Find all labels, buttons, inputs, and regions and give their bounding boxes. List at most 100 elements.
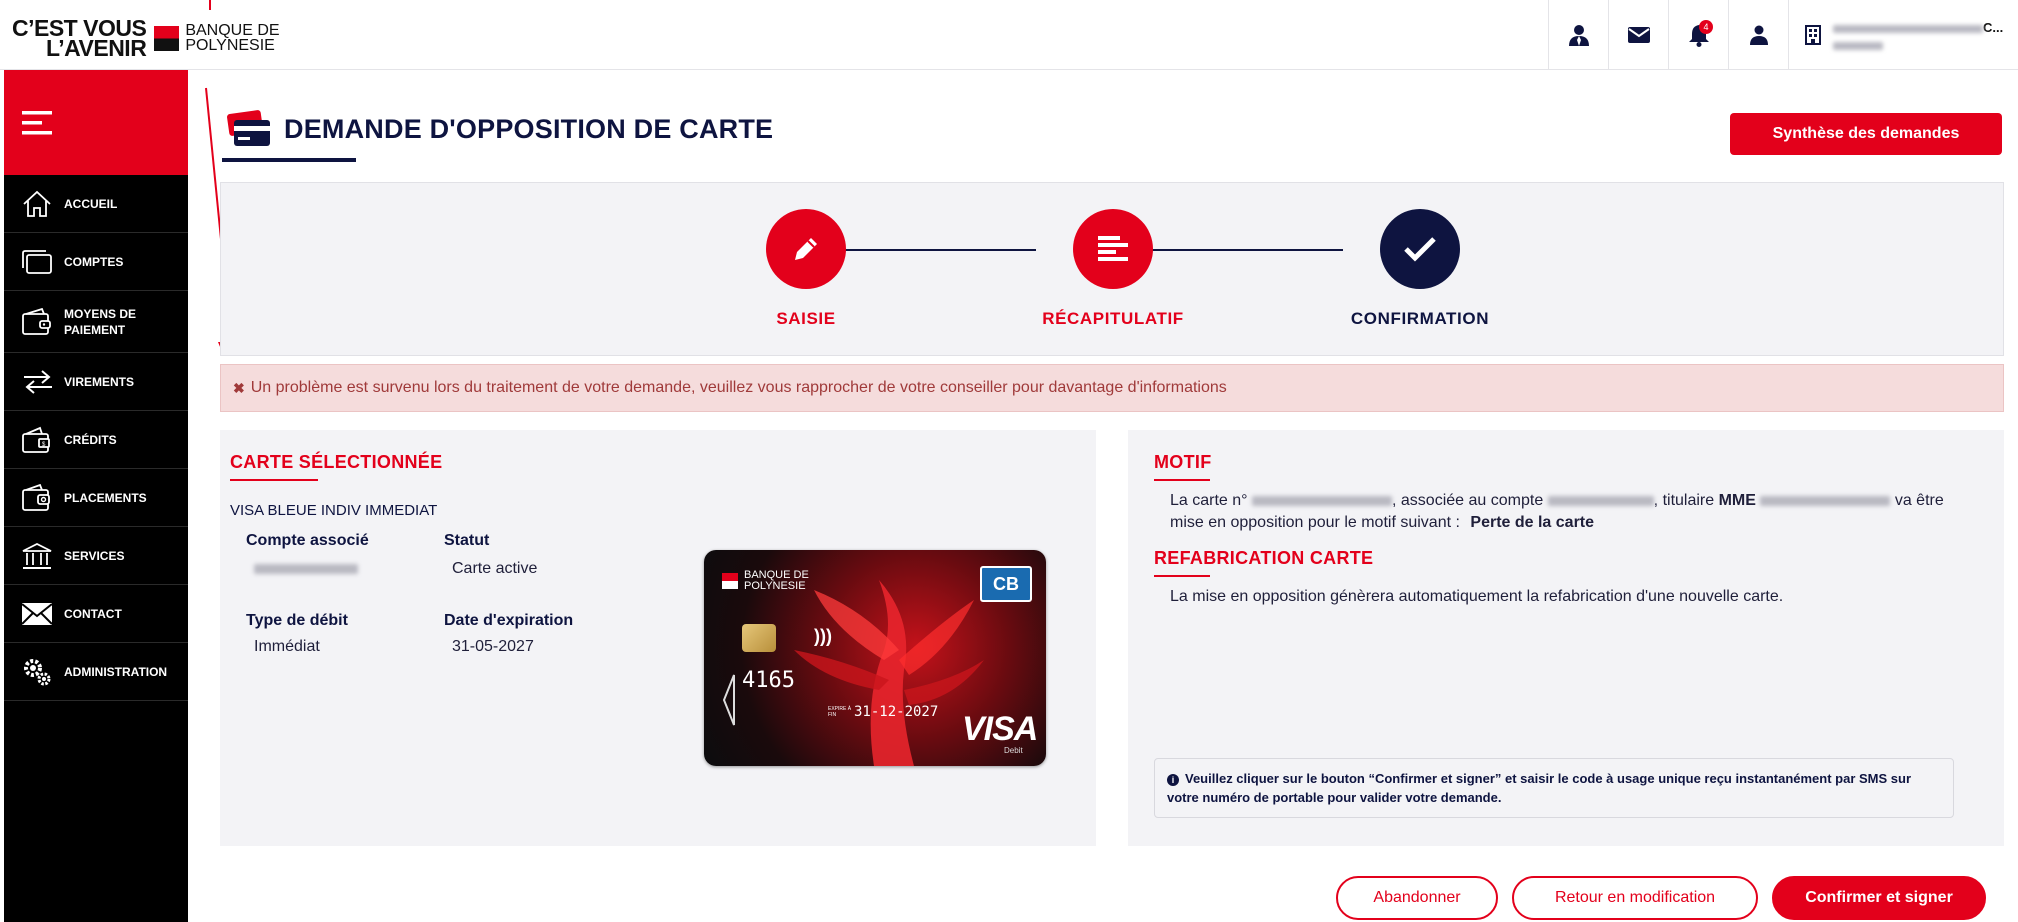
section-underline xyxy=(1154,575,1210,577)
step-label: SAISIE xyxy=(776,309,836,328)
motif-panel: MOTIF La carte n° , associée au compte ,… xyxy=(1128,430,2004,846)
type-debit-label: Type de débit xyxy=(246,612,348,629)
info-box-text: Veuillez cliquer sur le bouton “Confirme… xyxy=(1167,771,1912,805)
motif-text-part: , titulaire xyxy=(1653,492,1715,509)
confirmer-signer-button[interactable]: Confirmer et signer xyxy=(1772,876,1986,920)
credit-icon: $ xyxy=(22,425,56,455)
advisor-button[interactable] xyxy=(1548,0,1608,70)
retour-modification-button[interactable]: Retour en modification xyxy=(1512,876,1758,920)
user-account-selector[interactable]: C... xyxy=(1788,0,2018,70)
abandon-button[interactable]: Abandonner xyxy=(1336,876,1498,920)
sidebar-item-label: COMPTES xyxy=(64,254,124,269)
bank-logo[interactable]: C’EST VOUS L’AVENIR BANQUE DE POLYNESIE xyxy=(12,17,280,61)
envelope-icon xyxy=(1627,27,1650,43)
sidebar-item-virements[interactable]: VIREMENTS xyxy=(4,353,188,411)
titulaire-name-masked xyxy=(1760,495,1891,506)
card-expiry: 31-12-2027 xyxy=(854,704,939,720)
sidebar-item-credits[interactable]: $ CRÉDITS xyxy=(4,411,188,469)
step-circle xyxy=(766,209,846,289)
page-header: DEMANDE D'OPPOSITION DE CARTE xyxy=(226,110,773,148)
transfer-icon xyxy=(22,367,56,397)
sidebar-item-label: ADMINISTRATION xyxy=(64,664,168,679)
step-recapitulatif: RÉCAPITULATIF xyxy=(1013,209,1213,329)
statut-label: Statut xyxy=(444,532,490,549)
step-label: CONFIRMATION xyxy=(1350,309,1490,328)
card-bank-logo: BANQUE DE POLYNESIE xyxy=(722,570,809,592)
sidebar-item-comptes[interactable]: COMPTES xyxy=(4,233,188,291)
sidebar-item-contact[interactable]: CONTACT xyxy=(4,585,188,643)
sidebar-item-label: MOYENS DE PAIEMENT xyxy=(64,306,137,337)
hamburger-icon xyxy=(22,110,52,134)
sidebar-item-administration[interactable]: ADMINISTRATION xyxy=(4,643,188,701)
card-bank-line-2: POLYNESIE xyxy=(744,580,806,592)
motif-text-part: La carte n° xyxy=(1170,492,1248,509)
card-product-name: VISA BLEUE INDIV IMMEDIAT xyxy=(230,502,438,519)
alert-text: Un problème est survenu lors du traiteme… xyxy=(250,379,1227,396)
step-circle xyxy=(1073,209,1153,289)
motif-section-header: MOTIF xyxy=(1154,452,1212,481)
card-number-masked xyxy=(1252,495,1393,506)
visa-debit-label: Debit xyxy=(1004,746,1023,755)
type-debit-value: Immédiat xyxy=(254,638,320,655)
card-expiry-prefix: EXPIRE À FIN xyxy=(828,706,852,718)
sidebar-item-label: PLACEMENTS xyxy=(64,490,147,505)
savings-icon xyxy=(22,483,56,513)
sidebar-item-moyens-de-paiement[interactable]: MOYENS DE PAIEMENT xyxy=(4,291,188,353)
motif-text: La carte n° , associée au compte , titul… xyxy=(1170,490,1970,534)
user-name-suffix: C... xyxy=(1983,20,2004,35)
sidebar-item-services[interactable]: SERVICES xyxy=(4,527,188,585)
slogan: C’EST VOUS L’AVENIR xyxy=(12,17,147,61)
step-circle xyxy=(1380,209,1460,289)
account-number-masked xyxy=(1547,495,1654,506)
list-icon xyxy=(1098,236,1128,261)
pencil-icon xyxy=(795,238,817,260)
cb-logo-text: CB xyxy=(993,573,1019,594)
sidebar-item-label: CRÉDITS xyxy=(64,432,117,447)
notifications-button[interactable]: 4 xyxy=(1668,0,1728,70)
chip-icon xyxy=(742,624,776,652)
sidebar-item-label: ACCUEIL xyxy=(64,196,118,211)
card-number: 4165 xyxy=(742,668,795,693)
check-icon xyxy=(1404,237,1436,262)
user-icon xyxy=(1749,25,1768,45)
visa-logo: VISA xyxy=(962,710,1038,748)
step-confirmation: CONFIRMATION xyxy=(1320,209,1520,329)
card-opposition-icon xyxy=(227,110,270,146)
titulaire-prefix: MME xyxy=(1718,492,1756,509)
profile-button[interactable] xyxy=(1728,0,1788,70)
slogan-line-2: L’AVENIR xyxy=(45,35,147,61)
selected-card-panel: CARTE SÉLECTIONNÉE VISA BLEUE INDIV IMME… xyxy=(220,430,1096,846)
error-alert: ✖ Un problème est survenu lors du traite… xyxy=(220,364,2004,412)
card-section-header: CARTE SÉLECTIONNÉE xyxy=(230,452,442,481)
section-title: MOTIF xyxy=(1154,452,1212,472)
envelope-icon xyxy=(22,599,56,629)
expiration-value: 31-05-2027 xyxy=(452,638,534,655)
sidebar: ACCUEIL COMPTES MOYENS DE PAIEMENT VIREM… xyxy=(4,70,188,922)
building-icon xyxy=(1805,25,1821,45)
advisor-icon xyxy=(1568,25,1589,46)
refab-section-header: REFABRICATION CARTE xyxy=(1154,548,1373,577)
user-name: C... xyxy=(1833,20,2003,50)
section-title: REFABRICATION CARTE xyxy=(1154,548,1374,568)
card-image: BANQUE DE POLYNESIE CB ))) 4165 EXPIRE À… xyxy=(704,550,1046,766)
sidebar-item-label: VIREMENTS xyxy=(64,374,135,389)
step-saisie: SAISIE xyxy=(706,209,906,329)
menu-toggle-button[interactable] xyxy=(4,70,188,175)
compte-associe-label: Compte associé xyxy=(246,532,369,549)
cb-logo: CB xyxy=(980,566,1032,602)
sidebar-item-accueil[interactable]: ACCUEIL xyxy=(4,175,188,233)
motif-reason: Perte de la carte xyxy=(1470,514,1595,531)
sms-info-box: i Veuillez cliquer sur le bouton “Confirm… xyxy=(1154,758,1954,818)
gears-icon xyxy=(22,657,56,687)
section-underline xyxy=(1154,479,1210,481)
sidebar-item-placements[interactable]: PLACEMENTS xyxy=(4,469,188,527)
synthese-demandes-button[interactable]: Synthèse des demandes xyxy=(1730,113,2002,155)
messages-button[interactable] xyxy=(1608,0,1668,70)
sidebar-item-label: CONTACT xyxy=(64,606,122,621)
motif-text-part: , associée au compte xyxy=(1392,492,1544,509)
sidebar-item-label: SERVICES xyxy=(64,548,125,563)
home-icon xyxy=(22,189,56,219)
bank-building-icon xyxy=(22,541,56,571)
notification-badge: 4 xyxy=(1699,20,1713,34)
contactless-icon: ))) xyxy=(814,626,832,646)
